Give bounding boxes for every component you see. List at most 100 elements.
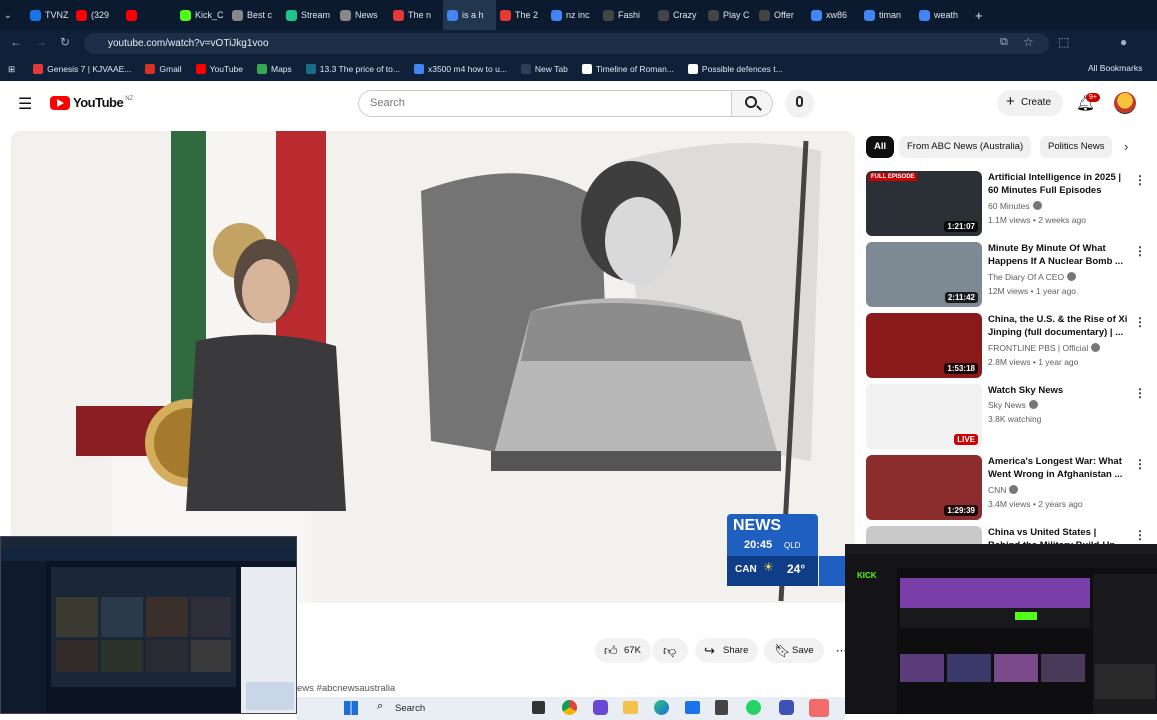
more-options-icon[interactable]: ⋮ [1134, 315, 1146, 329]
bookmark-star-icon[interactable]: ☆ [1023, 35, 1034, 49]
youtube-logo[interactable]: YouTube NZ [50, 95, 133, 110]
more-options-icon[interactable]: ⋮ [1134, 386, 1146, 400]
browser-tab[interactable]: The 2 [496, 0, 547, 30]
install-icon[interactable]: ⧉ [1000, 36, 1008, 49]
more-options-icon[interactable]: ⋮ [1134, 173, 1146, 187]
profile-icon[interactable]: ● [1120, 35, 1127, 49]
recommendation-title[interactable]: Watch Sky News [988, 384, 1130, 397]
app2-taskbar-icon[interactable] [779, 700, 794, 715]
browser-tab[interactable]: (329 [72, 0, 122, 30]
app-taskbar-icon[interactable] [593, 700, 608, 715]
recommendation-title[interactable]: Minute By Minute Of What Happens If A Nu… [988, 242, 1130, 268]
browser-tab-strip: ⌄ TVNZ (329 Kick_C Best c Stream News The n is … [0, 0, 1157, 30]
recommendation-item[interactable]: 1:29:39 America's Longest War: What Went … [866, 455, 1156, 521]
recommendation-item[interactable]: 1:53:18 China, the U.S. & the Rise of Xi … [866, 313, 1156, 379]
whatsapp-taskbar-icon[interactable] [746, 700, 761, 715]
video-thumbnail[interactable]: 1:29:39 [866, 455, 982, 520]
bookmark-item[interactable]: x3500 m4 how to u... [413, 64, 507, 74]
dislike-button[interactable]: 👎︎ [652, 638, 688, 663]
chip-politics[interactable]: Politics News [1040, 136, 1112, 158]
bookmark-favicon-icon [581, 64, 592, 74]
chrome-taskbar-icon[interactable] [562, 700, 577, 715]
new-tab-icon[interactable]: + [971, 0, 987, 30]
recommendation-channel[interactable]: FRONTLINE PBS | Official [988, 343, 1101, 353]
chip-from-abc[interactable]: From ABC News (Australia) [899, 136, 1032, 158]
browser-tab[interactable]: is a h [443, 0, 496, 30]
recommendation-channel[interactable]: CNN [988, 485, 1019, 495]
taskbar-search-label[interactable]: Search [395, 703, 425, 714]
browser-tab[interactable]: Play C [704, 0, 755, 30]
more-options-icon[interactable]: ⋮ [1134, 457, 1146, 471]
browser-tab[interactable]: Kick_C [176, 0, 228, 30]
back-icon[interactable]: ← [10, 35, 22, 49]
recommendation-channel[interactable]: The Diary Of A CEO [988, 272, 1077, 282]
app3-taskbar-icon[interactable] [809, 699, 829, 717]
video-thumbnail[interactable]: 2:11:42 [866, 242, 982, 307]
bookmark-item[interactable]: YouTube [195, 64, 243, 74]
browser-tab[interactable]: nz inc [547, 0, 599, 30]
edge-taskbar-icon[interactable] [654, 700, 669, 715]
search-input[interactable]: Search [358, 90, 732, 117]
voice-search-button[interactable] [785, 89, 814, 118]
calculator-taskbar-icon[interactable] [715, 700, 728, 715]
browser-tab[interactable]: timan [860, 0, 915, 30]
verified-icon [1028, 400, 1038, 409]
all-bookmarks[interactable]: All Bookmarks [1088, 63, 1142, 73]
recommendation-channel[interactable]: Sky News [988, 400, 1038, 410]
video-thumbnail[interactable]: LIVE [866, 384, 982, 449]
taskbar-search-icon[interactable]: ⌕ [377, 700, 383, 713]
bookmark-item[interactable]: Maps [257, 64, 292, 74]
browser-tab[interactable]: xw86 [807, 0, 860, 30]
recommendation-channel[interactable]: 60 Minutes [988, 201, 1042, 211]
tab-list-dropdown[interactable]: ⌄ [0, 0, 26, 30]
extensions-icon[interactable]: ⬚ [1058, 35, 1069, 49]
share-button[interactable]: ↪ Share [695, 638, 758, 663]
browser-tab[interactable]: Stream [282, 0, 336, 30]
bookmark-item[interactable]: 13.3 The price of to... [305, 64, 400, 74]
apps-grid-icon[interactable]: ⊞ [8, 64, 15, 75]
mail-taskbar-icon[interactable] [685, 701, 700, 714]
recommendation-title[interactable]: China, the U.S. & the Rise of Xi Jinping… [988, 313, 1130, 339]
bookmark-item[interactable]: Gmail [145, 64, 182, 74]
browser-tab[interactable]: Crazy [654, 0, 704, 30]
bookmark-item[interactable]: Timeline of Roman... [581, 64, 674, 74]
video-player[interactable]: NEWS 20:45 QLD CAN ☀ 24° [11, 131, 855, 603]
windows-start-icon[interactable] [344, 701, 358, 715]
video-thumbnail[interactable]: FULL EPISODE 1:21:07 [866, 171, 982, 236]
bookmark-item[interactable]: Genesis 7 | KJVAAE... [33, 64, 131, 74]
bookmark-item[interactable]: New Tab [520, 64, 568, 74]
address-bar[interactable]: youtube.com/watch?v=vOTiJkg1voo [84, 33, 1049, 54]
recommendation-title[interactable]: America's Longest War: What Went Wrong i… [988, 455, 1130, 481]
chevron-right-icon[interactable]: › [1124, 139, 1128, 154]
browser-tab[interactable] [122, 0, 176, 30]
create-button[interactable]: + Create [997, 90, 1063, 116]
recommendation-item[interactable]: 2:11:42 Minute By Minute Of What Happens … [866, 242, 1156, 308]
overlay-kick-window-right[interactable]: KICK [845, 544, 1157, 714]
recommendation-item[interactable]: LIVE Watch Sky News Sky News 3.8K watching ⋮ [866, 384, 1156, 450]
save-button[interactable]: 🔖︎ Save [764, 638, 824, 663]
like-button[interactable]: 👍︎ 67K [595, 638, 651, 663]
file-explorer-icon[interactable] [623, 701, 638, 714]
browser-tab[interactable]: TVNZ [26, 0, 72, 30]
video-thumbnail[interactable]: 1:53:18 [866, 313, 982, 378]
browser-tab[interactable]: weath [915, 0, 971, 30]
bookmark-item[interactable]: Possible defences t... [687, 64, 783, 74]
more-options-icon[interactable]: ⋮ [1134, 528, 1146, 542]
browser-tab[interactable]: Offer [755, 0, 807, 30]
recommendation-title[interactable]: Artificial Intelligence in 2025 | 60 Min… [988, 171, 1130, 197]
task-view-icon[interactable] [532, 701, 545, 714]
avatar[interactable] [1114, 92, 1136, 114]
more-options-icon[interactable]: ⋮ [1134, 244, 1146, 258]
chip-all[interactable]: All [866, 136, 895, 158]
browser-tab[interactable]: The n [389, 0, 443, 30]
recommendation-item[interactable]: FULL EPISODE 1:21:07 Artificial Intelligen… [866, 171, 1156, 237]
browser-tab[interactable]: Fashi [599, 0, 654, 30]
browser-tab[interactable]: Best c [228, 0, 282, 30]
forward-icon[interactable]: → [35, 35, 47, 49]
reload-icon[interactable]: ↻ [60, 35, 70, 49]
overlay-stream-window-left[interactable] [0, 536, 297, 714]
menu-icon[interactable]: ☰ [18, 94, 32, 114]
tab-title: Best c [247, 10, 273, 20]
search-button[interactable] [731, 90, 773, 117]
browser-tab[interactable]: News [336, 0, 389, 30]
